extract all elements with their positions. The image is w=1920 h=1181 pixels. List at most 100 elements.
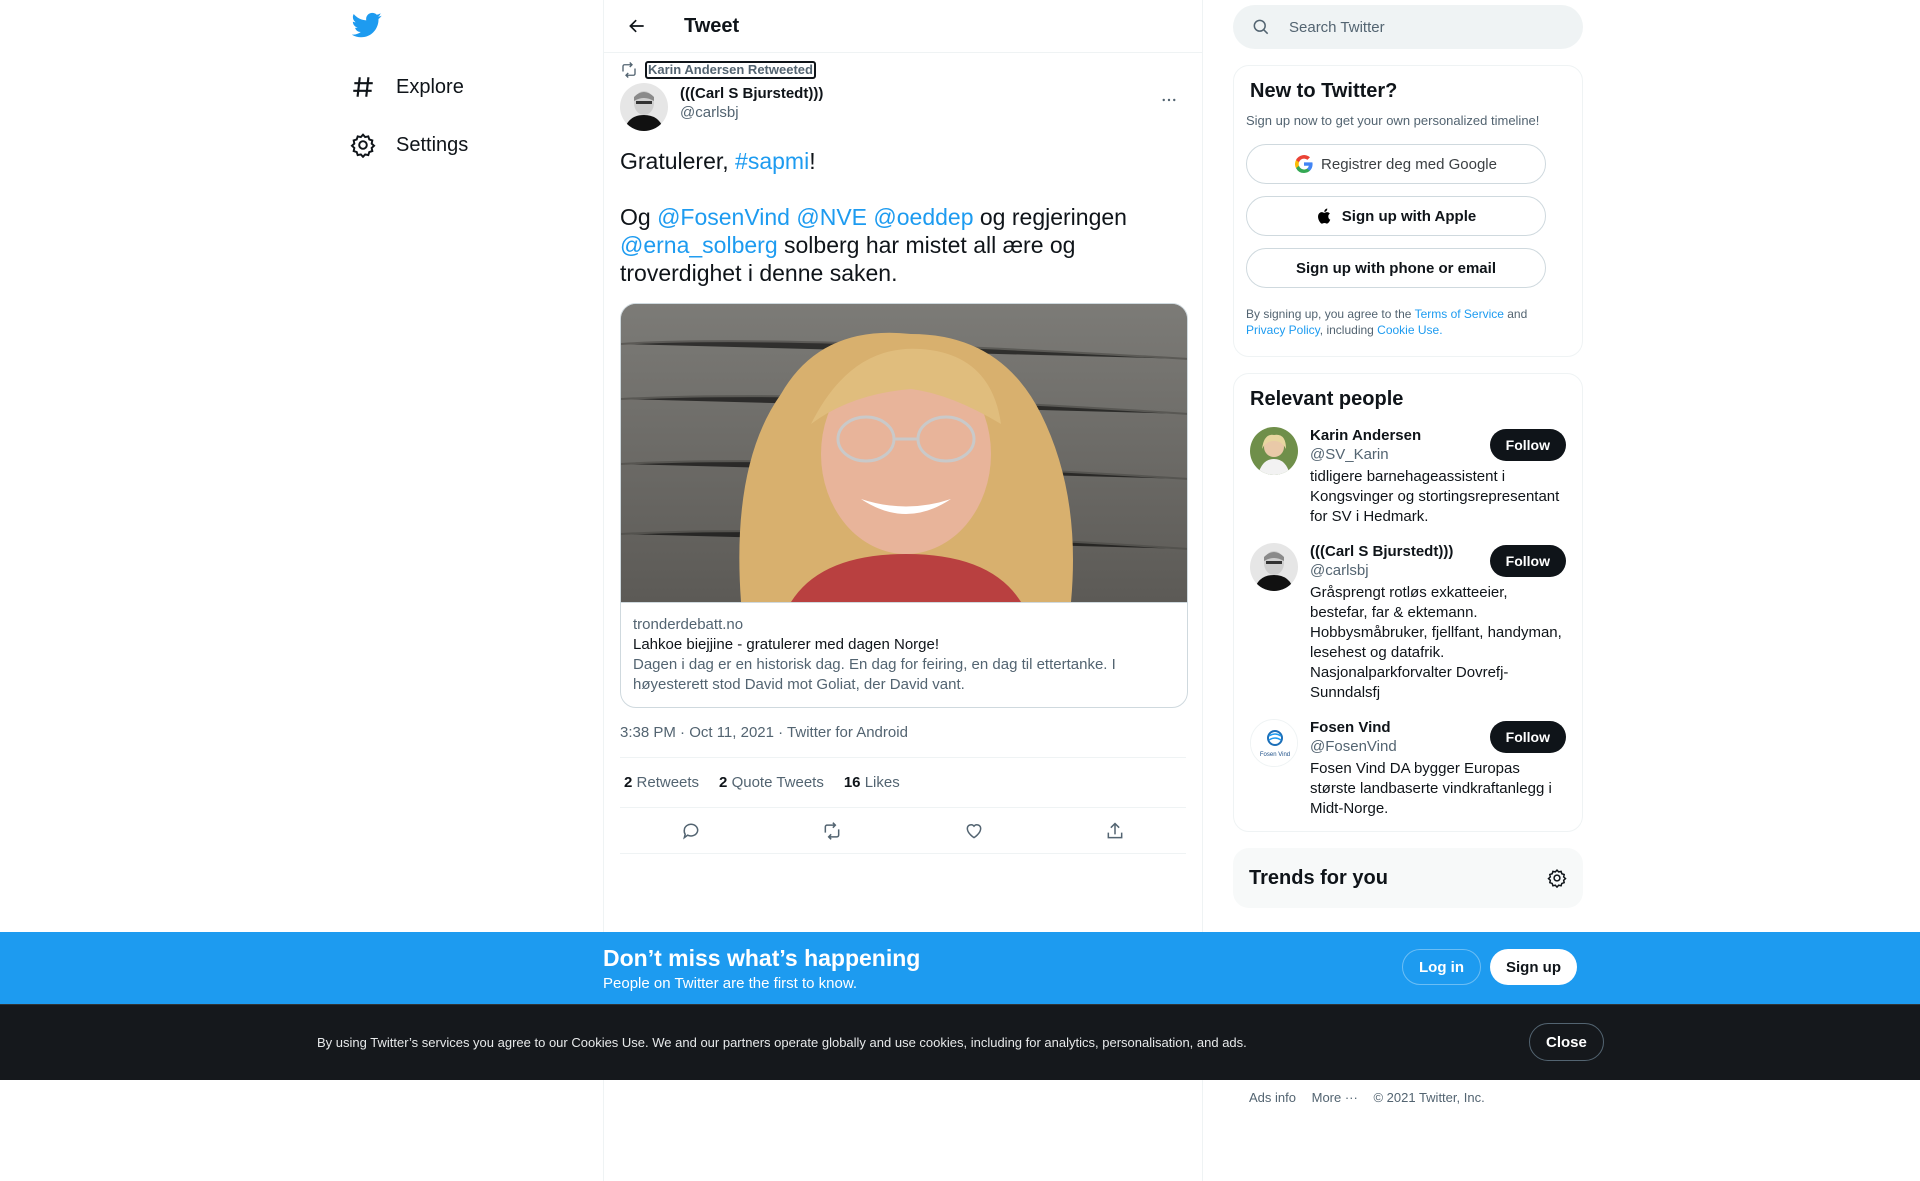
- ads-info-link[interactable]: Ads info: [1249, 1090, 1296, 1105]
- text-segment: Gratulerer,: [620, 148, 736, 174]
- avatar[interactable]: [1250, 427, 1298, 475]
- new-to-twitter-title: New to Twitter?: [1250, 80, 1398, 102]
- follow-button[interactable]: Follow: [1489, 429, 1566, 461]
- likes-label: Likes: [864, 774, 900, 791]
- hashtag-icon: [350, 74, 376, 100]
- gear-icon[interactable]: [1547, 868, 1567, 889]
- arrow-left-icon: [629, 19, 644, 33]
- retweets-count: 2: [624, 774, 633, 791]
- like-button[interactable]: [957, 814, 991, 848]
- relevant-people-title: Relevant people: [1250, 388, 1404, 410]
- phone-email-signup-button[interactable]: Sign up with phone or email: [1246, 248, 1546, 288]
- banner-title: Don’t miss what’s happening: [603, 945, 921, 971]
- person-bio: Fosen Vind DA bygger Europas største lan…: [1310, 760, 1552, 817]
- tweet-stats: 2 Retweets 2 Quote Tweets 16 Likes: [620, 758, 1186, 808]
- tweet-text: Gratulerer, #sapmi! Og @FosenVind @NVE @…: [620, 147, 1186, 287]
- link-card[interactable]: tronderdebatt.no Lahkoe biejjine - gratu…: [620, 303, 1188, 708]
- privacy-link[interactable]: Privacy Policy: [1246, 323, 1320, 337]
- share-button[interactable]: [1098, 814, 1132, 848]
- person-card[interactable]: (((Carl S Bjurstedt))) @carlsbj Gråspren…: [1246, 543, 1570, 703]
- avatar[interactable]: [1250, 543, 1298, 591]
- login-button[interactable]: Log in: [1402, 949, 1481, 985]
- legal-text: , including: [1319, 323, 1378, 337]
- follow-button[interactable]: Follow: [1489, 545, 1566, 577]
- more-options-button[interactable]: [1152, 83, 1186, 117]
- retweeted-by-link[interactable]: Karin Andersen Retweeted: [645, 61, 816, 79]
- tweet-timestamp[interactable]: 3:38 PM · Oct 11, 2021 · Twitter for And…: [620, 724, 1186, 758]
- person-card[interactable]: Fosen Vind Fosen Vind @FosenVind Fosen V…: [1246, 719, 1570, 819]
- new-to-twitter-subtitle: Sign up now to get your own personalized…: [1246, 113, 1540, 128]
- author-name[interactable]: (((Carl S Bjurstedt))): [680, 85, 823, 102]
- google-signup-button[interactable]: Registrer deg med Google: [1246, 144, 1546, 184]
- apple-signup-button[interactable]: Sign up with Apple: [1246, 196, 1546, 236]
- likes-stat[interactable]: 16 Likes: [844, 774, 900, 791]
- sidebar-item-label: Explore: [396, 75, 464, 98]
- retweets-label: Retweets: [636, 774, 700, 791]
- relevant-people-box: Relevant people Karin Andersen @SV_Karin…: [1233, 373, 1583, 832]
- fosen-logo-text: Fosen Vind: [1260, 752, 1290, 758]
- sidebar-item-label: Settings: [396, 133, 469, 156]
- close-button[interactable]: Close: [1529, 1023, 1604, 1061]
- more-link[interactable]: More ···: [1312, 1090, 1358, 1105]
- gear-icon: [350, 132, 376, 158]
- ellipsis-icon: [1162, 98, 1176, 102]
- mention-link[interactable]: @NVE: [796, 204, 867, 230]
- legal-text: and: [1503, 307, 1528, 321]
- likes-count: 16: [843, 774, 861, 791]
- person-bio: Gråsprengt rotløs exkatteeier, bestefar,…: [1310, 584, 1562, 701]
- avatar[interactable]: [620, 83, 668, 131]
- main-header: Tweet: [604, 0, 1202, 53]
- trends-title: Trends for you: [1249, 866, 1388, 889]
- cookie-banner: By using Twitter’s services you agree to…: [0, 1004, 1920, 1080]
- dont-miss-banner: Don’t miss what’s happening People on Tw…: [0, 932, 1920, 1004]
- search-bar[interactable]: [1233, 5, 1583, 49]
- follow-button[interactable]: Follow: [1489, 721, 1566, 753]
- footer-links: Ads info More ··· © 2021 Twitter, Inc.: [1233, 1090, 1497, 1105]
- avatar[interactable]: Fosen Vind: [1250, 719, 1298, 767]
- apple-icon: [1316, 207, 1334, 225]
- apple-signup-label: Sign up with Apple: [1341, 207, 1477, 225]
- hashtag-link[interactable]: #sapmi: [735, 148, 809, 174]
- author-handle[interactable]: @carlsbj: [680, 104, 823, 121]
- cookie-link[interactable]: Cookie Use.: [1377, 323, 1442, 337]
- legal-text: By signing up, you agree to the: [1246, 307, 1415, 321]
- signup-legal: By signing up, you agree to the Terms of…: [1246, 306, 1570, 344]
- retweet-button[interactable]: [815, 814, 849, 848]
- person-bio: tidligere barnehageassistent i Kongsving…: [1310, 468, 1560, 525]
- search-input[interactable]: [1289, 18, 1549, 36]
- google-icon: [1295, 155, 1313, 173]
- quote-tweets-stat[interactable]: 2 Quote Tweets: [719, 774, 824, 791]
- card-image: [621, 304, 1187, 602]
- quotes-label: Quote Tweets: [731, 774, 824, 791]
- phone-email-signup-label: Sign up with phone or email: [1295, 259, 1496, 277]
- person-card[interactable]: Karin Andersen @SV_Karin tidligere barne…: [1246, 427, 1570, 527]
- social-context: Karin Andersen Retweeted: [620, 57, 1186, 83]
- sidebar-item-explore[interactable]: Explore: [350, 62, 464, 112]
- mention-link[interactable]: @oeddep: [873, 204, 973, 230]
- google-signup-label: Registrer deg med Google: [1321, 155, 1497, 173]
- cookie-text: By using Twitter’s services you agree to…: [317, 1035, 1247, 1050]
- quotes-count: 2: [719, 774, 728, 791]
- new-to-twitter-box: New to Twitter? Sign up now to get your …: [1233, 65, 1583, 357]
- banner-subtitle: People on Twitter are the first to know.: [603, 975, 858, 992]
- page-title: Tweet: [684, 14, 740, 37]
- retweets-stat[interactable]: 2 Retweets: [624, 774, 699, 791]
- terms-link[interactable]: Terms of Service: [1415, 307, 1504, 321]
- copyright: © 2021 Twitter, Inc.: [1373, 1090, 1485, 1105]
- twitter-bird-icon[interactable]: [351, 10, 382, 40]
- sidebar-item-settings[interactable]: Settings: [350, 120, 468, 170]
- card-description: Dagen i dag er en historisk dag. En dag …: [633, 656, 1116, 693]
- reply-button[interactable]: [674, 814, 708, 848]
- tweet-actions: [620, 808, 1186, 854]
- retweet-icon: [620, 61, 638, 79]
- tweet: Karin Andersen Retweeted (((Carl S Bjurs…: [604, 57, 1202, 854]
- signup-button[interactable]: Sign up: [1490, 949, 1577, 985]
- text-segment: Og: [620, 204, 658, 230]
- text-segment: !: [809, 148, 816, 174]
- share-icon: [1107, 821, 1123, 838]
- retweet-icon: [824, 821, 840, 840]
- trends-box: Trends for you: [1233, 848, 1583, 908]
- back-button[interactable]: [620, 9, 654, 43]
- mention-link[interactable]: @FosenVind: [657, 204, 790, 230]
- mention-link[interactable]: @erna_solberg: [620, 232, 778, 258]
